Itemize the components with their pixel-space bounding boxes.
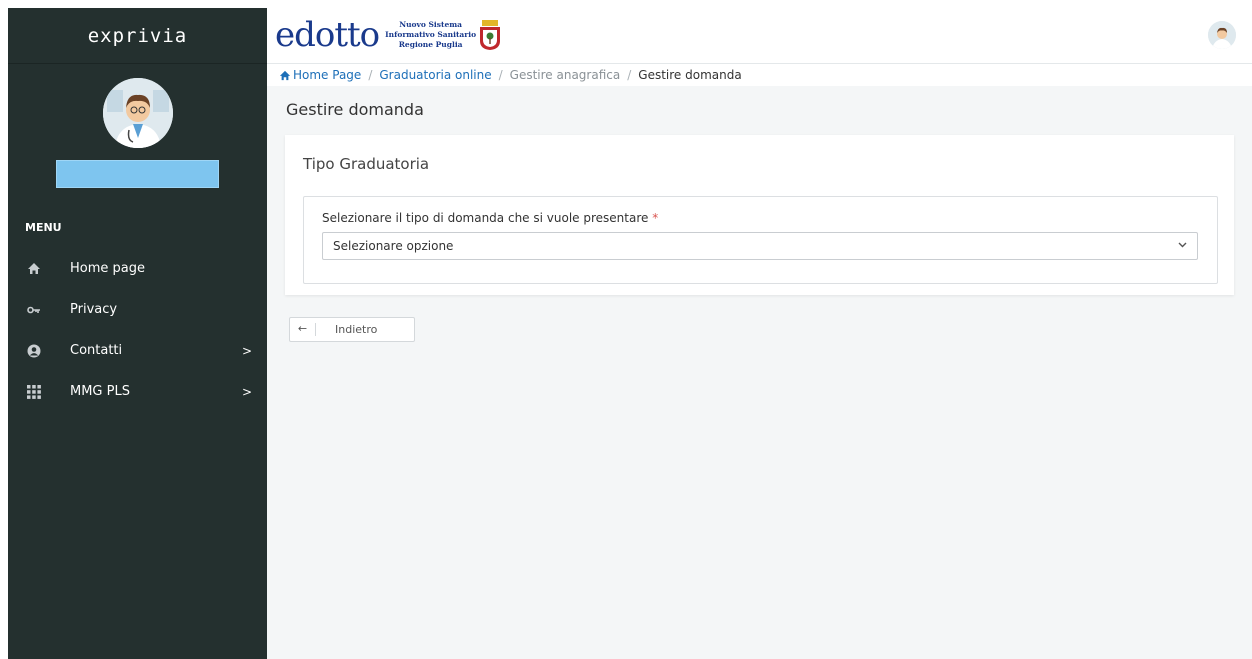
doctor-avatar-icon (102, 78, 173, 148)
breadcrumb-separator: / (627, 68, 632, 82)
grid-icon (27, 384, 41, 399)
user-circle-icon (27, 344, 41, 358)
chevron-right-icon: > (241, 384, 252, 399)
logo-subtitle: Nuovo Sistema Informativo Sanitario Regi… (385, 20, 476, 50)
sidebar-item-label: MMG PLS (70, 384, 130, 399)
select-value: Selezionare opzione (333, 239, 454, 253)
back-button[interactable]: ← Indietro (289, 317, 415, 342)
brand-text: exprivia (87, 24, 188, 47)
menu-title: MENU (25, 221, 62, 234)
logo-subtitle-line: Regione Puglia (398, 40, 463, 49)
chevron-right-icon: > (241, 343, 252, 358)
chevron-down-icon (1178, 240, 1187, 251)
sidebar-item-label: Contatti (70, 343, 123, 358)
breadcrumb-current: Gestire domanda (638, 68, 742, 82)
sidebar-item-label: Privacy (70, 302, 118, 317)
breadcrumb: Home Page / Graduatoria online / Gestire… (267, 64, 1252, 86)
breadcrumb-graduatoria-online[interactable]: Graduatoria online (379, 68, 491, 82)
home-icon (27, 262, 41, 276)
user-avatar-icon[interactable] (1208, 21, 1236, 49)
edotto-logo[interactable]: edotto Nuovo Sistema Informativo Sanitar… (275, 15, 501, 55)
sidebar-item-privacy[interactable]: Privacy (8, 289, 267, 330)
breadcrumb-gestire-anagrafica: Gestire anagrafica (509, 68, 621, 82)
top-bar: edotto Nuovo Sistema Informativo Sanitar… (267, 8, 1252, 64)
sidebar: exprivia MENU Home page Privacy Contatti… (8, 8, 267, 659)
page-title: Gestire domanda (286, 100, 424, 119)
breadcrumb-home-label: Home Page (293, 68, 362, 82)
arrow-left-icon: ← (290, 323, 316, 336)
username-label (56, 160, 219, 188)
sidebar-item-home-page[interactable]: Home page (8, 248, 267, 289)
field-label: Selezionare il tipo di domanda che si vu… (322, 211, 658, 225)
sidebar-item-mmg-pls[interactable]: MMG PLS > (8, 371, 267, 412)
tipo-domanda-select[interactable]: Selezionare opzione (322, 232, 1198, 260)
sidebar-item-label: Home page (70, 261, 145, 276)
avatar (102, 78, 173, 148)
card-title: Tipo Graduatoria (303, 155, 430, 173)
brand-logo: exprivia (8, 8, 267, 64)
breadcrumb-home[interactable]: Home Page (279, 68, 361, 82)
required-mark: * (652, 211, 659, 225)
sidebar-nav: Home page Privacy Contatti > MMG PLS > (8, 248, 267, 412)
logo-word: edotto (275, 15, 380, 55)
key-icon (27, 303, 41, 317)
home-icon (279, 70, 291, 80)
region-crest-icon (479, 19, 501, 51)
breadcrumb-separator: / (368, 68, 373, 82)
back-button-label: Indietro (335, 323, 378, 336)
main-content: Gestire domanda Tipo Graduatoria Selezio… (267, 86, 1252, 659)
sidebar-item-contatti[interactable]: Contatti > (8, 330, 267, 371)
logo-subtitle-line: Nuovo Sistema (399, 20, 463, 29)
tipo-graduatoria-card: Tipo Graduatoria Selezionare il tipo di … (285, 135, 1234, 295)
logo-subtitle-line: Informativo Sanitario (385, 30, 477, 39)
field-label-text: Selezionare il tipo di domanda che si vu… (322, 211, 649, 225)
domanda-fieldset: Selezionare il tipo di domanda che si vu… (303, 196, 1218, 284)
breadcrumb-separator: / (498, 68, 503, 82)
